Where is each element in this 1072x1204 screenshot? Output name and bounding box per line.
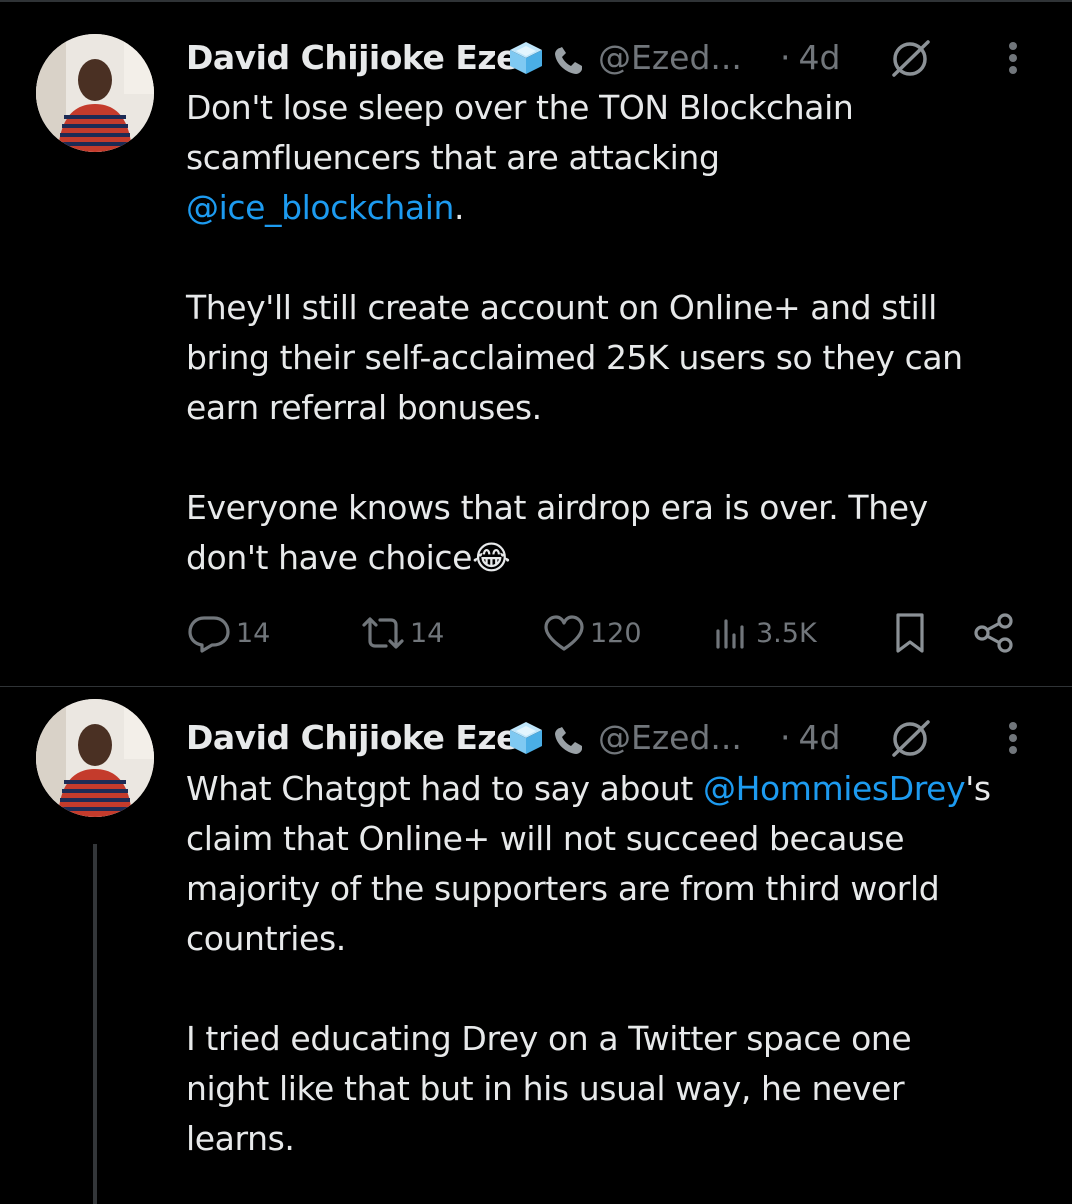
views-count: 3.5K xyxy=(756,617,817,649)
repost-count: 14 xyxy=(410,617,445,649)
text-segment: What Chatgpt had to say about xyxy=(186,769,703,808)
handle[interactable]: @Ezed... xyxy=(598,716,742,760)
tweet-text: What Chatgpt had to say about @HommiesDr… xyxy=(186,764,1046,1164)
mention-link[interactable]: @ice_blockchain xyxy=(186,188,454,227)
paragraph: Don't lose sleep over the TON Blockchain… xyxy=(186,83,1046,233)
views-icon xyxy=(712,613,752,653)
reply-button[interactable]: 14 xyxy=(186,608,270,658)
tweet-text: Don't lose sleep over the TON Blockchain… xyxy=(186,83,1046,583)
bookmark-icon xyxy=(890,611,930,655)
author-name[interactable]: David Chijioke Eze xyxy=(186,36,518,80)
bookmark-button[interactable] xyxy=(890,608,930,658)
text-segment: Don't lose sleep over the TON Blockchain… xyxy=(186,88,854,177)
telephone-icon xyxy=(552,724,586,768)
mention-link[interactable]: @HommiesDrey xyxy=(703,769,966,808)
avatar[interactable] xyxy=(36,34,154,152)
timestamp[interactable]: 4d xyxy=(799,718,841,757)
paragraph: What Chatgpt had to say about @HommiesDr… xyxy=(186,764,1046,964)
author-name[interactable]: David Chijioke Eze xyxy=(186,716,518,760)
paragraph: They'll still create account on Online+ … xyxy=(186,283,1046,433)
text-segment: I tried educating Drey on a Twitter spac… xyxy=(186,1019,912,1158)
tweet-header: David Chijioke Eze @Ezed... · 4d xyxy=(186,36,1036,80)
tweet-header: David Chijioke Eze @Ezed... · 4d xyxy=(186,716,1036,760)
separator: · xyxy=(780,38,791,77)
grok-icon[interactable] xyxy=(888,718,936,769)
repost-button[interactable]: 14 xyxy=(358,608,444,658)
like-count: 120 xyxy=(590,617,642,649)
thread-line xyxy=(93,844,97,1204)
ice-cube-icon xyxy=(506,40,546,87)
repost-icon xyxy=(358,613,408,653)
tweet[interactable]: David Chijioke Eze @Ezed... · 4d xyxy=(0,687,1072,1204)
more-vertical-icon[interactable] xyxy=(1001,38,1025,89)
more-vertical-icon[interactable] xyxy=(1001,718,1025,769)
tweet[interactable]: David Chijioke Eze @Ezed... · 4d xyxy=(0,0,1072,686)
text-segment: They'll still create account on Online+ … xyxy=(186,288,963,427)
paragraph: I tried educating Drey on a Twitter spac… xyxy=(186,1014,1046,1164)
share-icon xyxy=(972,611,1016,655)
views-button[interactable]: 3.5K xyxy=(712,608,817,658)
avatar[interactable] xyxy=(36,699,154,817)
heart-icon xyxy=(542,613,586,653)
handle[interactable]: @Ezed... xyxy=(598,36,742,80)
like-button[interactable]: 120 xyxy=(542,608,642,658)
paragraph: Everyone knows that airdrop era is over.… xyxy=(186,483,1046,583)
action-bar: 14 14 120 3.5K xyxy=(186,608,1026,658)
text-segment: Everyone knows that airdrop era is over.… xyxy=(186,488,928,577)
reply-count: 14 xyxy=(236,617,271,649)
telephone-icon xyxy=(552,44,586,88)
text-segment: . xyxy=(454,188,465,227)
separator: · xyxy=(780,718,791,757)
share-button[interactable] xyxy=(972,608,1016,658)
grok-icon[interactable] xyxy=(888,38,936,89)
timestamp[interactable]: 4d xyxy=(799,38,841,77)
reply-icon xyxy=(186,613,232,653)
ice-cube-icon xyxy=(506,720,546,767)
